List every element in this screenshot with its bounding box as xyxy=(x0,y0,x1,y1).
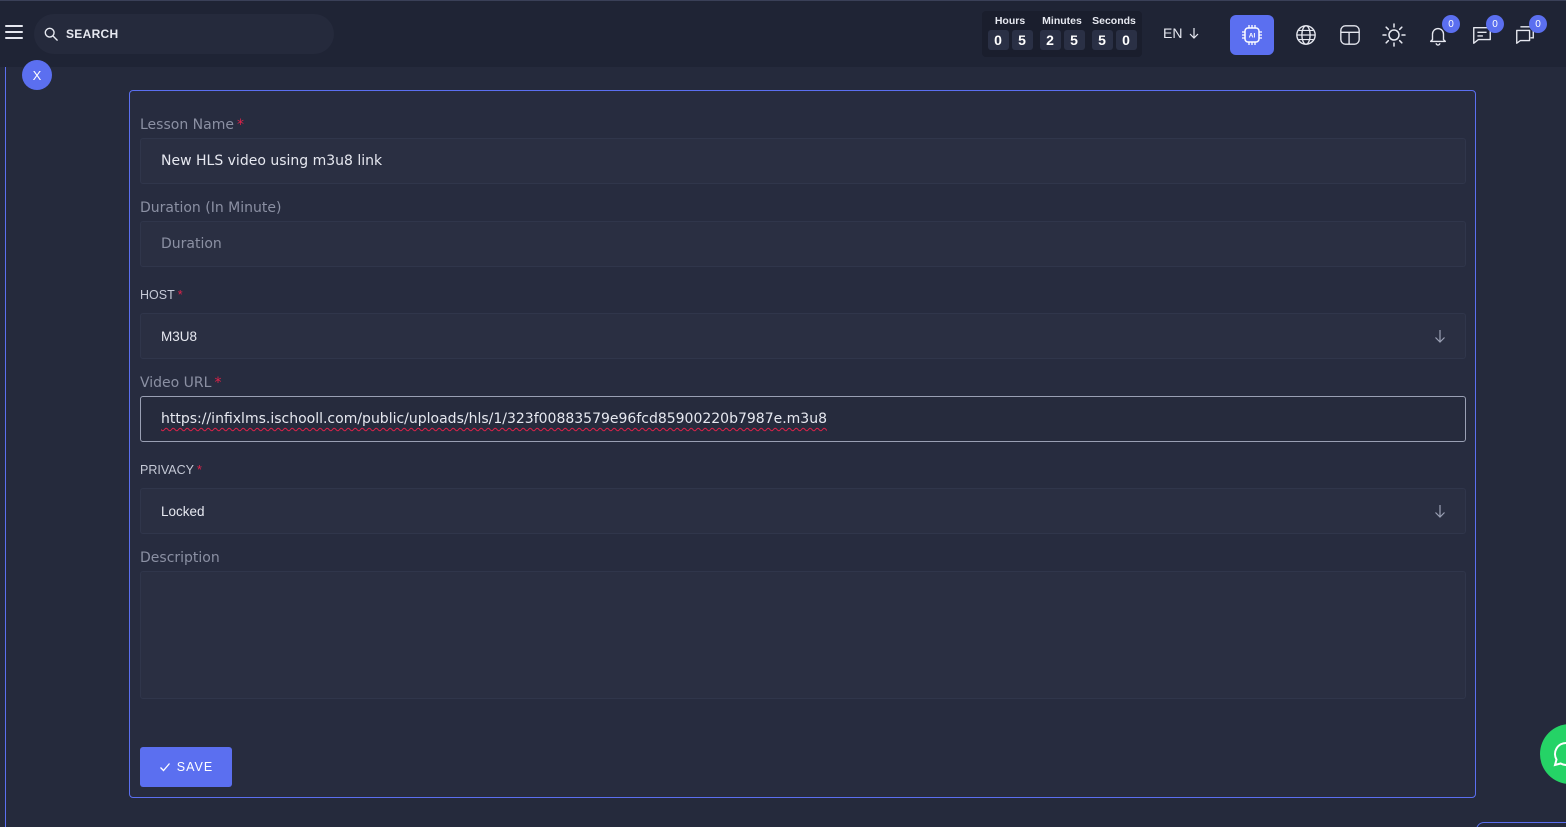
privacy-selected-value: Locked xyxy=(161,503,205,519)
sun-icon[interactable] xyxy=(1382,23,1406,47)
timer-digit: 5 xyxy=(1063,30,1085,50)
search-input[interactable] xyxy=(66,27,306,41)
close-button[interactable]: X xyxy=(22,60,52,90)
top-bar: Hours 0 5 Minutes 2 5 Seconds 5 0 EN xyxy=(0,0,1566,67)
chat-icon[interactable]: 0 xyxy=(1513,15,1547,47)
required-mark: * xyxy=(236,117,244,133)
video-url-input[interactable]: https://infixlms.ischooll.com/public/upl… xyxy=(140,396,1466,442)
save-button[interactable]: SAVE xyxy=(140,747,232,787)
timer-seconds-label: Seconds xyxy=(1092,15,1136,27)
hamburger-menu-icon[interactable] xyxy=(5,25,23,41)
countdown-timer: Hours 0 5 Minutes 2 5 Seconds 5 0 xyxy=(982,11,1142,57)
description-label: Description xyxy=(140,550,220,566)
timer-hours-label: Hours xyxy=(994,15,1026,27)
check-icon xyxy=(159,763,170,772)
whatsapp-icon xyxy=(1553,741,1566,767)
video-url-value: https://infixlms.ischooll.com/public/upl… xyxy=(161,411,827,427)
timer-digit: 0 xyxy=(987,30,1009,50)
required-mark: * xyxy=(196,463,202,477)
left-border xyxy=(5,67,6,827)
search-icon xyxy=(44,27,58,41)
lesson-name-label: Lesson Name * xyxy=(140,117,244,133)
privacy-select[interactable]: Locked xyxy=(140,488,1466,534)
search-bar[interactable] xyxy=(34,14,334,54)
timer-hours: Hours 0 5 xyxy=(987,15,1033,53)
bell-icon[interactable]: 0 xyxy=(1426,15,1460,47)
language-selector[interactable]: EN xyxy=(1163,25,1200,41)
video-url-label: Video URL * xyxy=(140,375,222,391)
duration-input[interactable]: Duration xyxy=(140,221,1466,267)
whatsapp-button[interactable] xyxy=(1540,724,1566,784)
description-textarea[interactable] xyxy=(140,571,1466,699)
message-badge: 0 xyxy=(1486,15,1504,33)
timer-digit: 5 xyxy=(1091,30,1113,50)
timer-digit: 5 xyxy=(1011,30,1033,50)
timer-minutes: Minutes 2 5 xyxy=(1039,15,1085,53)
layout-icon[interactable] xyxy=(1338,23,1362,47)
host-select[interactable]: M3U8 xyxy=(140,313,1466,359)
notification-badge: 0 xyxy=(1442,15,1460,33)
required-mark: * xyxy=(214,375,222,391)
timer-digit: 2 xyxy=(1039,30,1061,50)
host-label: HOST * xyxy=(140,288,183,302)
chat-badge: 0 xyxy=(1529,15,1547,33)
decorative-border xyxy=(1476,822,1566,827)
timer-digit: 0 xyxy=(1115,30,1137,50)
lesson-name-input[interactable]: New HLS video using m3u8 link xyxy=(140,138,1466,184)
duration-label: Duration (In Minute) xyxy=(140,200,282,216)
arrow-down-icon xyxy=(1435,330,1445,343)
ai-chip-icon: AI xyxy=(1242,25,1262,45)
arrow-down-icon xyxy=(1190,28,1199,39)
timer-seconds: Seconds 5 0 xyxy=(1091,15,1137,53)
host-selected-value: M3U8 xyxy=(161,328,198,344)
ai-assistant-button[interactable]: AI xyxy=(1230,15,1274,55)
required-mark: * xyxy=(177,288,183,302)
timer-minutes-label: Minutes xyxy=(1042,15,1082,27)
language-label: EN xyxy=(1163,25,1183,41)
lesson-form: Lesson Name * New HLS video using m3u8 li… xyxy=(129,90,1476,798)
privacy-label: PRIVACY * xyxy=(140,463,202,477)
message-icon[interactable]: 0 xyxy=(1470,15,1504,47)
svg-text:AI: AI xyxy=(1249,33,1256,40)
save-label: SAVE xyxy=(176,760,214,774)
arrow-down-icon xyxy=(1435,505,1445,518)
globe-icon[interactable] xyxy=(1294,23,1318,47)
